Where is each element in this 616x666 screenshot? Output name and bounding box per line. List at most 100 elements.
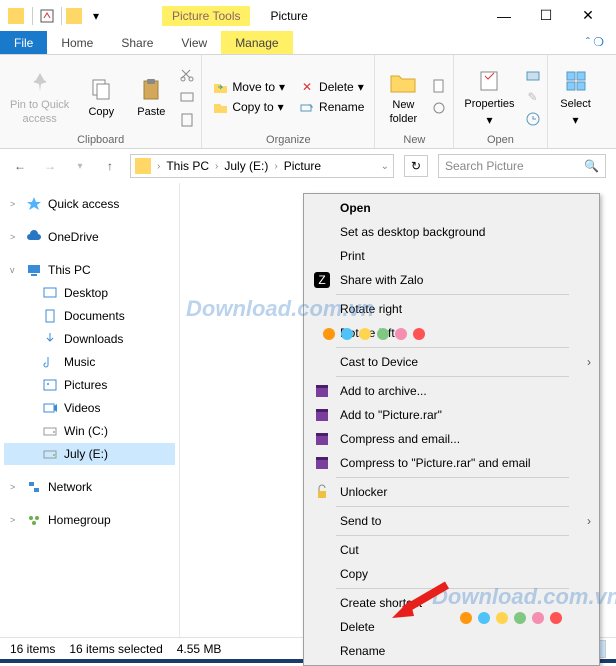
address-bar-row: ← → ▾ ↑ › This PC › July (E:) › Picture … — [0, 149, 616, 183]
tree-node-desktop[interactable]: Desktop — [4, 282, 175, 304]
tree-node-downloads[interactable]: Downloads — [4, 328, 175, 350]
folder-icon — [8, 8, 24, 24]
refresh-button[interactable]: ↻ — [404, 155, 428, 177]
breadcrumb[interactable]: Picture — [280, 157, 325, 175]
delete-button[interactable]: ✕Delete ▾ — [295, 78, 368, 96]
history-icon[interactable] — [525, 111, 541, 127]
new-folder-button[interactable]: New folder — [381, 65, 425, 127]
menu-compress-and-email-[interactable]: Compress and email... — [306, 427, 597, 451]
tab-share[interactable]: Share — [107, 31, 167, 54]
vid-icon — [42, 400, 58, 416]
blank-icon — [312, 643, 332, 659]
context-tab-header: Picture Tools — [162, 6, 250, 26]
up-button[interactable]: ↑ — [100, 156, 120, 176]
menu-cast-to-device[interactable]: Cast to Device› — [306, 350, 597, 374]
qat-properties-icon[interactable] — [39, 8, 55, 24]
drive-icon — [42, 446, 58, 462]
watermark-dots — [323, 328, 425, 340]
chevron-right-icon: › — [587, 514, 591, 528]
menu-set-as-desktop-background[interactable]: Set as desktop background — [306, 220, 597, 244]
breadcrumb[interactable]: July (E:) — [220, 157, 272, 175]
tree-node-quick-access[interactable]: >Quick access — [4, 193, 175, 215]
pin-button[interactable]: Pin to Quick access — [6, 65, 73, 127]
tree-node-onedrive[interactable]: >OneDrive — [4, 226, 175, 248]
paste-shortcut-icon[interactable] — [179, 111, 195, 127]
zalo-icon: Z — [312, 272, 332, 288]
menu-compress-to-picture-rar-and-email[interactable]: Compress to "Picture.rar" and email — [306, 451, 597, 475]
menu-copy[interactable]: Copy — [306, 562, 597, 586]
tree-node-this-pc[interactable]: vThis PC — [4, 259, 175, 281]
blank-icon — [312, 301, 332, 317]
back-button[interactable]: ← — [10, 156, 30, 176]
blank-icon — [312, 619, 332, 635]
monitor-icon — [42, 285, 58, 301]
tab-home[interactable]: Home — [47, 31, 107, 54]
address-bar[interactable]: › This PC › July (E:) › Picture ⌄ — [130, 154, 394, 178]
search-input[interactable]: Search Picture🔍 — [438, 154, 606, 178]
menu-add-to-archive-[interactable]: Add to archive... — [306, 379, 597, 403]
menu-rename[interactable]: Rename — [306, 639, 597, 663]
cut-icon[interactable] — [179, 67, 195, 83]
menu-add-to-picture-rar-[interactable]: Add to "Picture.rar" — [306, 403, 597, 427]
blank-icon — [312, 224, 332, 240]
copy-path-icon[interactable] — [179, 89, 195, 105]
copy-to-button[interactable]: Copy to ▾ — [208, 98, 289, 116]
select-button[interactable]: Select▾ — [554, 64, 598, 129]
qat-dropdown-icon[interactable]: ▾ — [88, 8, 104, 24]
unlock-icon — [312, 484, 332, 500]
tab-file[interactable]: File — [0, 31, 47, 54]
tree-node-win-c-[interactable]: Win (C:) — [4, 420, 175, 442]
tree-node-july-e-[interactable]: July (E:) — [4, 443, 175, 465]
properties-icon — [474, 66, 504, 96]
chevron-down-icon[interactable]: ⌄ — [381, 161, 389, 172]
svg-text:Z: Z — [318, 273, 325, 287]
tab-manage[interactable]: Manage — [221, 31, 292, 54]
menu-share-with-zalo[interactable]: ZShare with Zalo — [306, 268, 597, 292]
easy-access-icon[interactable] — [431, 100, 447, 116]
blank-icon — [312, 248, 332, 264]
breadcrumb[interactable]: This PC — [162, 157, 213, 175]
rename-button[interactable]: Rename — [295, 98, 368, 116]
tree-node-music[interactable]: Music — [4, 351, 175, 373]
search-icon: 🔍 — [584, 159, 599, 173]
tree-node-homegroup[interactable]: >Homegroup — [4, 509, 175, 531]
close-button[interactable]: ✕ — [568, 3, 608, 29]
ribbon-tabs: File Home Share View Manage ˆ ❍ — [0, 31, 616, 55]
new-group-label: New — [403, 134, 425, 146]
chevron-right-icon[interactable]: › — [274, 161, 277, 172]
blank-icon — [312, 542, 332, 558]
menu-unlocker[interactable]: Unlocker — [306, 480, 597, 504]
new-folder-icon — [388, 67, 418, 97]
tree-node-pictures[interactable]: Pictures — [4, 374, 175, 396]
pin-icon — [25, 67, 55, 97]
chevron-right-icon[interactable]: › — [215, 161, 218, 172]
chevron-right-icon[interactable]: › — [157, 161, 160, 172]
edit-icon[interactable]: ✎ — [525, 89, 541, 105]
forward-button[interactable]: → — [40, 156, 60, 176]
properties-button[interactable]: Properties▾ — [460, 64, 518, 129]
move-to-button[interactable]: Move to ▾ — [208, 78, 289, 96]
open-icon[interactable] — [525, 67, 541, 83]
new-item-icon[interactable] — [431, 78, 447, 94]
menu-open[interactable]: Open — [306, 196, 597, 220]
copy-button[interactable]: Copy — [79, 72, 123, 121]
tree-node-documents[interactable]: Documents — [4, 305, 175, 327]
doc-icon — [42, 308, 58, 324]
minimize-button[interactable]: — — [484, 3, 524, 29]
menu-send-to[interactable]: Send to› — [306, 509, 597, 533]
blank-icon — [312, 354, 332, 370]
tab-view[interactable]: View — [167, 31, 221, 54]
menu-rotate-right[interactable]: Rotate right — [306, 297, 597, 321]
menu-print[interactable]: Print — [306, 244, 597, 268]
blank-icon — [312, 200, 332, 216]
tree-node-videos[interactable]: Videos — [4, 397, 175, 419]
help-icon[interactable]: ˆ ❍ — [574, 31, 616, 54]
maximize-button[interactable]: ☐ — [526, 3, 566, 29]
paste-icon — [136, 74, 166, 104]
paste-button[interactable]: Paste — [129, 72, 173, 121]
menu-cut[interactable]: Cut — [306, 538, 597, 562]
recent-dropdown[interactable]: ▾ — [70, 156, 90, 176]
tree-node-network[interactable]: >Network — [4, 476, 175, 498]
rar-icon — [312, 407, 332, 423]
title-bar: ▾ Picture Tools Picture — ☐ ✕ — [0, 0, 616, 31]
